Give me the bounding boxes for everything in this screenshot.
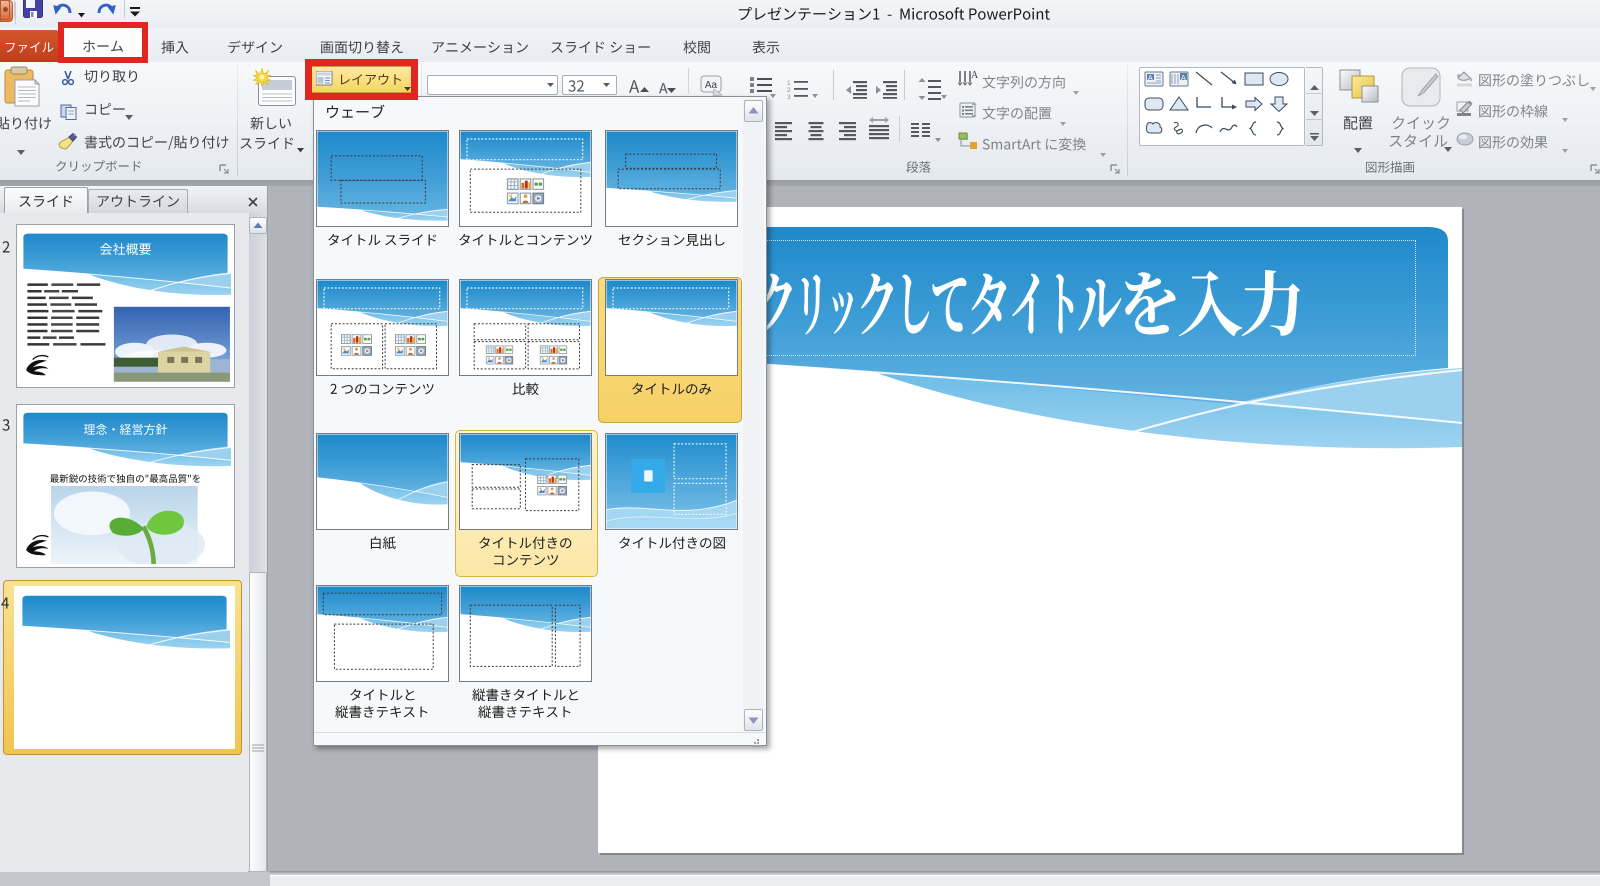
svg-text:3: 3 — [787, 94, 791, 99]
svg-text:A: A — [1181, 75, 1186, 82]
svg-text:A: A — [1148, 75, 1153, 82]
svg-text:A: A — [971, 70, 978, 81]
svg-text:2: 2 — [787, 87, 791, 94]
svg-text:1: 1 — [787, 80, 791, 87]
svg-text:Aa: Aa — [705, 80, 718, 91]
